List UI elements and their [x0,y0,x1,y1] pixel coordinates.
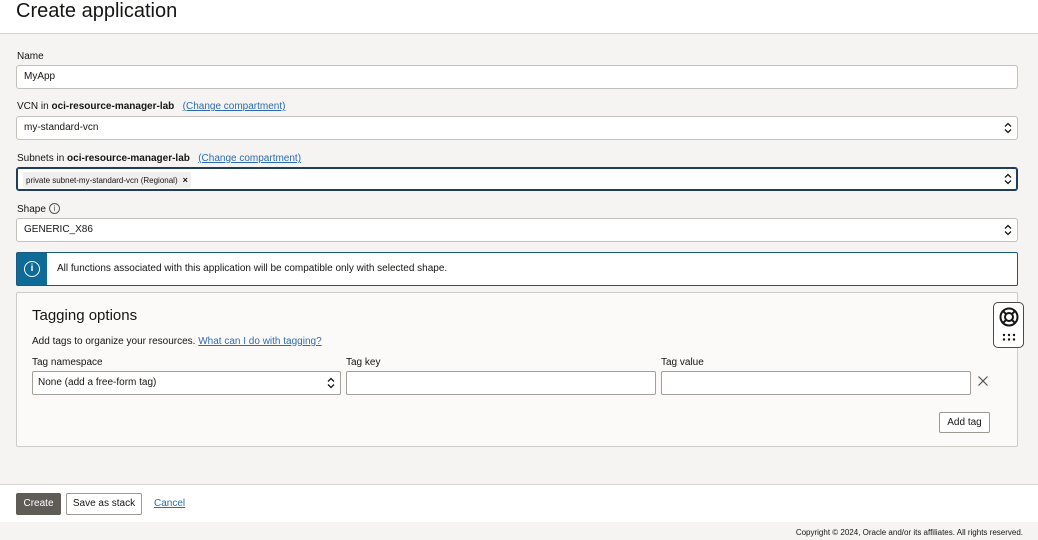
tag-key-label: Tag key [346,357,381,368]
banner-message: All functions associated with this appli… [57,263,448,274]
subnets-multiselect[interactable]: private subnet-my-standard-vcn (Regional… [16,167,1018,191]
page-header: Create application [0,0,1038,34]
shape-label: Shape [17,204,46,215]
info-icon: i [24,261,40,277]
cancel-link[interactable]: Cancel [154,498,185,509]
tag-key-input[interactable] [346,371,656,395]
tagging-description: Add tags to organize your resources. Wha… [32,336,322,347]
chevron-up-down-icon [1004,122,1012,134]
vcn-select[interactable]: my-standard-vcn [16,116,1018,140]
page-title: Create application [16,0,178,22]
shape-select[interactable]: GENERIC_X86 [16,218,1018,242]
tagging-help-link[interactable]: What can I do with tagging? [198,336,321,347]
chevron-up-down-icon [1004,173,1012,185]
chip-remove-icon[interactable]: × [183,175,188,185]
dots-grid-icon[interactable] [1002,333,1016,341]
subnets-label: Subnets in oci-resource-manager-lab (Cha… [17,153,301,165]
info-icon[interactable]: i [49,203,60,214]
vcn-label: VCN in oci-resource-manager-lab (Change … [17,101,285,113]
name-label: Name [17,51,44,62]
tag-value-label: Tag value [661,357,704,368]
create-application-form: Name MyApp VCN in oci-resource-manager-l… [0,34,1038,484]
help-widget[interactable] [993,302,1024,348]
tag-value-input[interactable] [661,371,971,395]
add-tag-button[interactable]: Add tag [939,412,990,433]
chevron-up-down-icon [1004,224,1012,236]
copyright-text: Copyright © 2024, Oracle and/or its affi… [795,528,1023,537]
lifebuoy-icon[interactable] [999,307,1019,327]
close-icon[interactable] [977,375,989,387]
form-footer: Create Save as stack Cancel [0,484,1038,522]
subnets-change-compartment-link[interactable]: (Change compartment) [198,153,301,164]
save-as-stack-button[interactable]: Save as stack [66,493,142,515]
vcn-compartment-name: oci-resource-manager-lab [51,101,175,112]
shape-info-banner: i All functions associated with this app… [16,252,1018,286]
tagging-panel: Tagging options Add tags to organize you… [16,292,1018,447]
create-button[interactable]: Create [16,493,61,515]
vcn-label-prefix: VCN in [17,101,49,112]
tagging-title: Tagging options [32,307,138,324]
subnets-label-prefix: Subnets in [17,153,65,164]
tag-namespace-value: None (add a free-form tag) [38,377,157,388]
shape-select-value: GENERIC_X86 [24,224,93,235]
tagging-description-text: Add tags to organize your resources. [32,336,196,347]
name-input[interactable]: MyApp [16,65,1018,89]
subnet-chip-label: private subnet-my-standard-vcn (Regional… [26,176,178,185]
vcn-change-compartment-link[interactable]: (Change compartment) [183,101,286,112]
vcn-select-value: my-standard-vcn [24,122,99,133]
tag-namespace-select[interactable]: None (add a free-form tag) [32,371,341,395]
subnets-compartment-name: oci-resource-manager-lab [67,153,190,164]
tag-namespace-label: Tag namespace [32,357,103,368]
chevron-up-down-icon [327,377,335,389]
subnet-chip: private subnet-my-standard-vcn (Regional… [23,172,191,188]
copyright-bar: Copyright © 2024, Oracle and/or its affi… [0,522,1038,540]
banner-icon-box: i [17,253,47,285]
